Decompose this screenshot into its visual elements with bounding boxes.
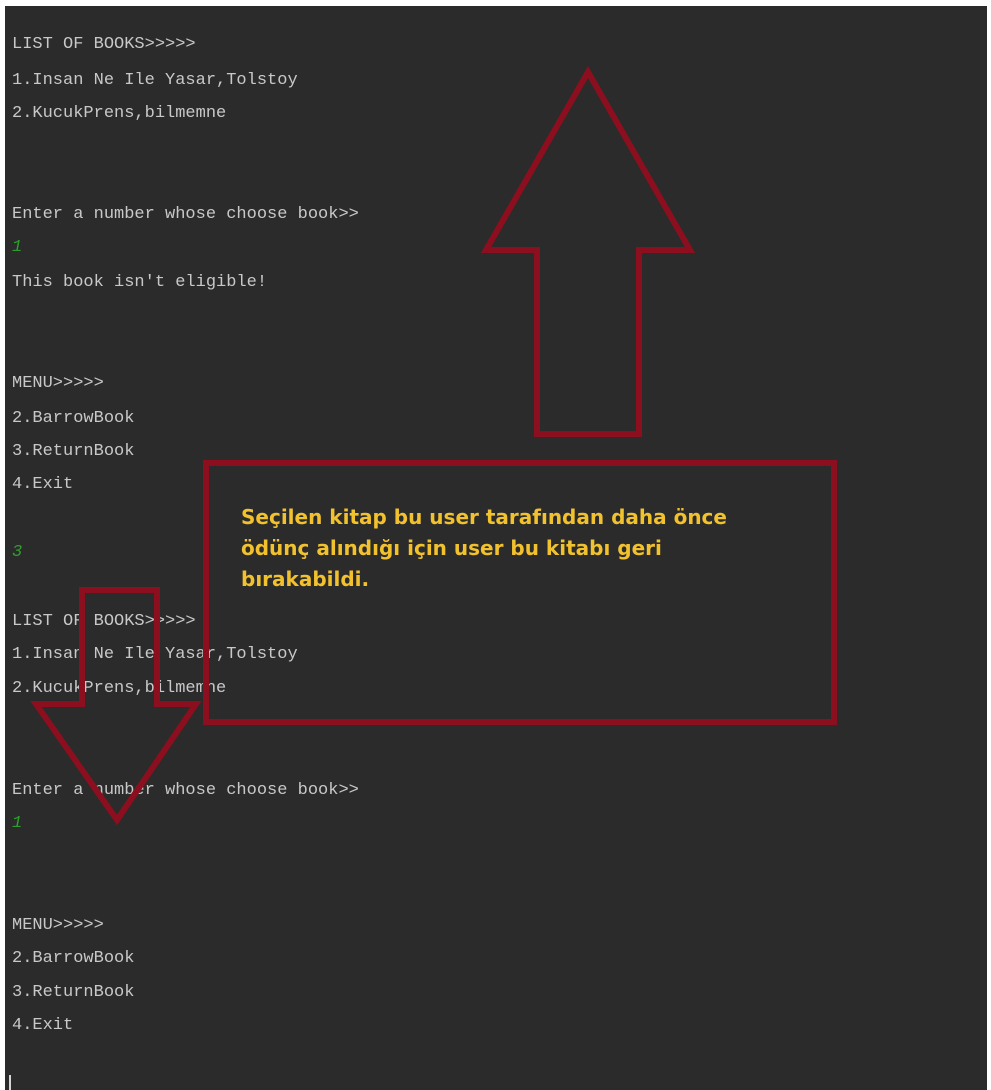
screenshot-frame: LIST OF BOOKS>>>>> 1.Insan Ne Ile Yasar,… (0, 0, 991, 1090)
arrow-down-icon (30, 587, 202, 826)
annotation-text: Seçilen kitap bu user tarafından daha ön… (241, 505, 727, 591)
annotation-box: Seçilen kitap bu user tarafından daha ön… (203, 460, 837, 725)
arrow-up-icon (480, 65, 696, 437)
